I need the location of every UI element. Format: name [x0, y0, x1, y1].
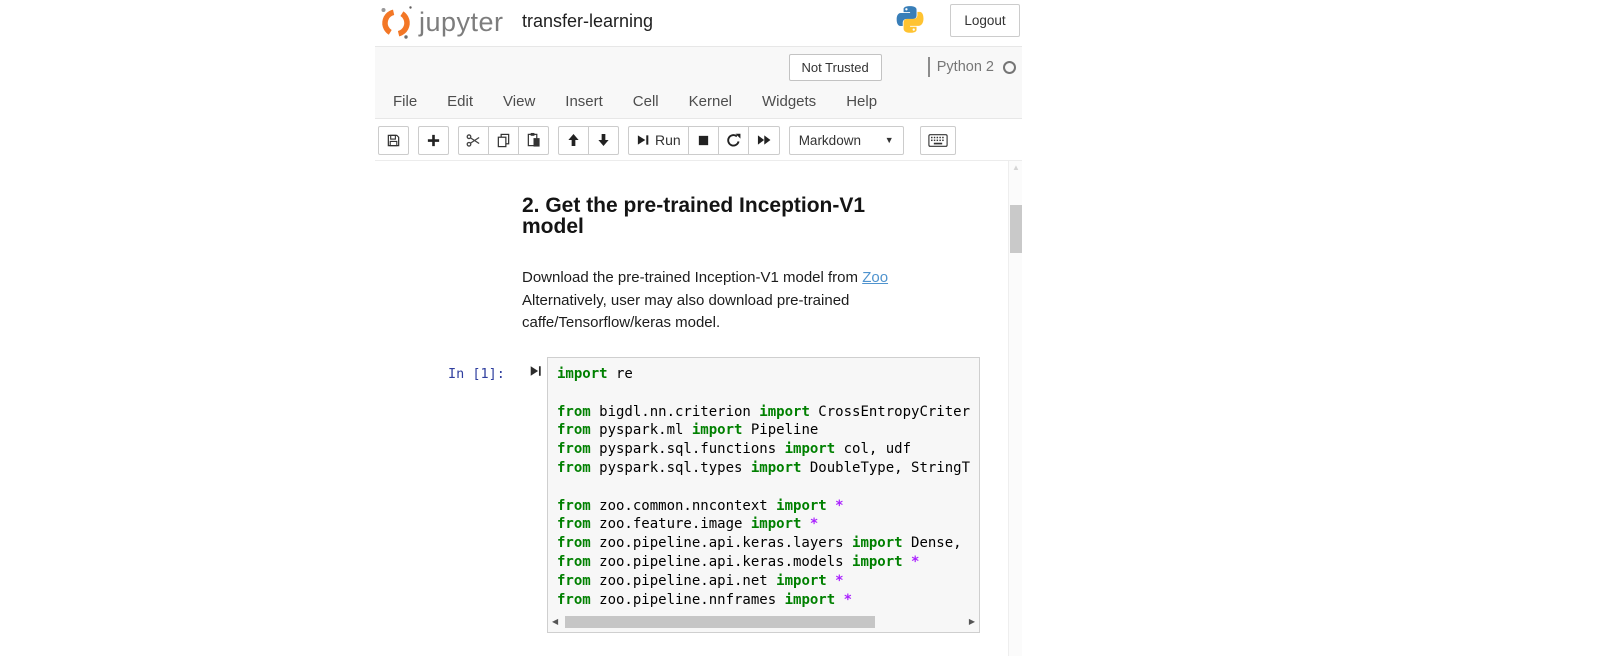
- plus-icon: [426, 133, 441, 148]
- menubar: File Edit View Insert Cell Kernel Widget…: [375, 83, 1022, 119]
- run-button-label: Run: [655, 132, 681, 148]
- copy-cells-button[interactable]: [488, 126, 519, 155]
- code-line: from zoo.pipeline.api.keras.models impor…: [557, 553, 978, 572]
- menu-widgets[interactable]: Widgets: [762, 93, 816, 110]
- code-editor[interactable]: import re from bigdl.nn.criterion import…: [557, 365, 978, 610]
- menu-kernel[interactable]: Kernel: [689, 93, 732, 110]
- menu-cell[interactable]: Cell: [633, 93, 659, 110]
- menu-file[interactable]: File: [393, 93, 417, 110]
- kernel-name: Python 2: [937, 59, 994, 75]
- logout-button[interactable]: Logout: [950, 4, 1020, 37]
- code-line: from zoo.common.nncontext import *: [557, 497, 978, 516]
- jupyter-logo-text: jupyter: [419, 7, 504, 38]
- cut-cells-button[interactable]: [458, 126, 489, 155]
- markdown-heading: 2. Get the pre-trained Inception-V1 mode…: [522, 195, 900, 237]
- run-button[interactable]: Run: [628, 126, 689, 155]
- code-line: from zoo.pipeline.api.keras.layers impor…: [557, 534, 978, 553]
- code-line: from pyspark.sql.functions import col, u…: [557, 440, 978, 459]
- save-icon: [386, 133, 401, 148]
- save-button[interactable]: [378, 126, 409, 155]
- copy-icon: [496, 133, 511, 148]
- refresh-icon: [726, 133, 741, 148]
- trust-status-button[interactable]: Not Trusted: [789, 54, 882, 81]
- restart-run-all-button[interactable]: [748, 126, 780, 155]
- move-cell-down-button[interactable]: [588, 126, 619, 155]
- paragraph-text-after: Alternatively, user may also download pr…: [522, 292, 849, 332]
- paste-cells-button[interactable]: [518, 126, 549, 155]
- scroll-up-icon[interactable]: ▲: [1012, 163, 1020, 172]
- jupyter-logo[interactable]: jupyter: [377, 3, 504, 41]
- notebook-scrollbar[interactable]: ▲: [1008, 161, 1022, 656]
- page: jupyter transfer-learning Logout Not Tru…: [0, 0, 1600, 656]
- code-line: from zoo.pipeline.api.net import *: [557, 572, 978, 591]
- kernel-separator: [928, 57, 930, 77]
- code-line: [557, 384, 978, 403]
- code-line: from zoo.pipeline.nnframes import *: [557, 591, 978, 610]
- keyboard-shortcuts-button[interactable]: [920, 126, 956, 155]
- scroll-right-icon[interactable]: ▶: [969, 617, 975, 626]
- toolbar: Run: [375, 120, 1022, 161]
- menu-band: Not Trusted Python 2 File Edit View Inse…: [375, 46, 1022, 119]
- kernel-idle-icon: [1003, 61, 1016, 74]
- jupyter-app: jupyter transfer-learning Logout Not Tru…: [375, 0, 1022, 656]
- code-line: from zoo.feature.image import *: [557, 515, 978, 534]
- move-cell-up-button[interactable]: [558, 126, 589, 155]
- interrupt-kernel-button[interactable]: [688, 126, 719, 155]
- restart-kernel-button[interactable]: [718, 126, 749, 155]
- paste-icon: [526, 132, 541, 148]
- code-horizontal-scrollbar[interactable]: ◀ ▶: [548, 613, 979, 631]
- notebook-area: 2. Get the pre-trained Inception-V1 mode…: [375, 161, 1008, 656]
- arrow-up-icon: [567, 133, 580, 147]
- chevron-down-icon: ▼: [885, 135, 894, 145]
- add-cell-button[interactable]: [418, 126, 449, 155]
- kernel-indicator-row: Not Trusted Python 2: [789, 52, 1022, 82]
- code-line: from bigdl.nn.criterion import CrossEntr…: [557, 403, 978, 422]
- code-line: from pyspark.sql.types import DoubleType…: [557, 459, 978, 478]
- code-line: [557, 478, 978, 497]
- menu-help[interactable]: Help: [846, 93, 877, 110]
- jupyter-logo-icon: [377, 3, 415, 41]
- stop-icon: [697, 134, 710, 147]
- cell-type-value: Markdown: [799, 133, 861, 148]
- vertical-scroll-thumb[interactable]: [1010, 205, 1022, 253]
- scroll-left-icon[interactable]: ◀: [552, 617, 558, 626]
- fast-forward-icon: [756, 133, 772, 147]
- menu-insert[interactable]: Insert: [565, 93, 603, 110]
- code-input-box: import re from bigdl.nn.criterion import…: [547, 357, 980, 633]
- scissors-icon: [466, 133, 481, 148]
- notebook-title[interactable]: transfer-learning: [522, 11, 653, 32]
- arrow-down-icon: [597, 133, 610, 147]
- header: jupyter transfer-learning Logout: [375, 0, 1022, 46]
- input-prompt: In [1]:: [448, 366, 505, 382]
- python-logo-icon: [895, 4, 925, 40]
- zoo-link[interactable]: Zoo: [862, 269, 888, 286]
- cell-type-select[interactable]: Markdown ▼: [789, 126, 904, 155]
- menu-edit[interactable]: Edit: [447, 93, 473, 110]
- cell-run-icon[interactable]: [529, 364, 542, 383]
- paragraph-text-before: Download the pre-trained Inception-V1 mo…: [522, 269, 862, 286]
- code-line: from pyspark.ml import Pipeline: [557, 421, 978, 440]
- code-line: import re: [557, 365, 978, 384]
- step-forward-icon: [636, 133, 650, 147]
- code-cell: In [1]: import re from bigdl.nn.criterio…: [375, 357, 1008, 637]
- horizontal-scroll-thumb[interactable]: [565, 616, 875, 628]
- menu-view[interactable]: View: [503, 93, 535, 110]
- markdown-paragraph: Download the pre-trained Inception-V1 mo…: [522, 267, 904, 335]
- keyboard-icon: [928, 134, 948, 147]
